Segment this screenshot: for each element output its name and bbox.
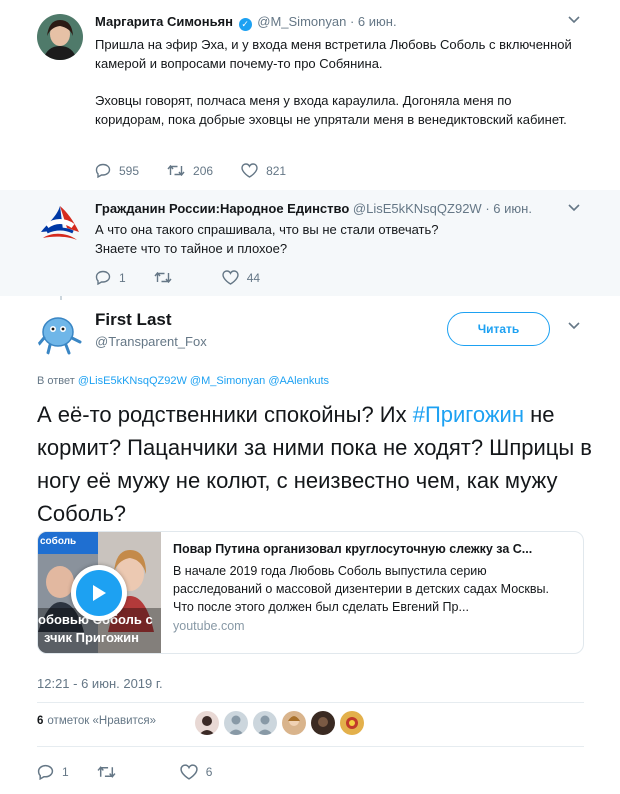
video-thumbnail[interactable]: соболь обовью Соболь с зчик Пригожин bbox=[38, 532, 161, 653]
card-title[interactable]: Повар Путина организовал круглосуточную … bbox=[173, 542, 573, 556]
like-button[interactable]: 6 bbox=[180, 764, 213, 780]
reply-count: 1 bbox=[62, 765, 69, 779]
separator-dot: · bbox=[485, 201, 490, 216]
retweet-button[interactable]: 206 bbox=[167, 164, 213, 178]
tweet-simonyan[interactable]: Маргарита Симоньян ✓ @M_Simonyan · 6 июн… bbox=[0, 0, 620, 190]
reply-button[interactable]: 1 bbox=[95, 270, 126, 285]
liker-avatar[interactable] bbox=[253, 711, 277, 735]
reply-count: 595 bbox=[119, 163, 140, 178]
like-count: 821 bbox=[266, 163, 287, 178]
author-handle[interactable]: @M_Simonyan bbox=[257, 14, 346, 29]
likes-count: 6 bbox=[37, 715, 44, 727]
hashtag-link[interactable]: #Пригожин bbox=[413, 402, 524, 427]
tweet-text: А что она такого спрашивала, что вы не с… bbox=[95, 222, 439, 256]
liker-avatar[interactable] bbox=[224, 711, 248, 735]
like-icon bbox=[180, 764, 198, 780]
author-handle[interactable]: @LisE5kKNsqQZ92W bbox=[353, 201, 482, 216]
tweet-date[interactable]: 6 июн. bbox=[493, 201, 532, 216]
like-icon bbox=[221, 270, 239, 285]
like-icon bbox=[241, 163, 258, 178]
author-handle[interactable]: @Transparent_Fox bbox=[95, 334, 207, 349]
retweet-icon bbox=[167, 164, 185, 177]
separator-dot: · bbox=[349, 14, 355, 29]
retweet-icon bbox=[97, 766, 116, 778]
card-description: В начале 2019 года Любовь Соболь выпусти… bbox=[173, 564, 549, 614]
liker-avatar[interactable] bbox=[340, 711, 364, 735]
thumbnail-caption: зчик Пригожин bbox=[44, 630, 139, 645]
retweet-button[interactable] bbox=[154, 271, 180, 284]
likers-list bbox=[195, 711, 369, 735]
reply-context: В ответ @LisE5kKNsqQZ92W @M_Simonyan @AA… bbox=[37, 375, 329, 387]
reply-icon bbox=[95, 270, 111, 285]
tweet-text-part: А её-то родственники спокойны? Их bbox=[37, 402, 413, 427]
retweet-count: 206 bbox=[193, 163, 214, 178]
reply-button[interactable]: 595 bbox=[95, 163, 139, 178]
tweet-date[interactable]: 6 июн. bbox=[358, 14, 397, 29]
likes-summary[interactable]: 6 отметок «Нравится» bbox=[37, 715, 156, 727]
avatar[interactable] bbox=[36, 308, 86, 358]
play-icon[interactable] bbox=[71, 565, 127, 621]
like-button[interactable]: 44 bbox=[221, 270, 261, 285]
retweet-icon bbox=[154, 271, 172, 284]
like-count: 6 bbox=[205, 765, 213, 779]
likes-label: отметок «Нравится» bbox=[47, 715, 157, 727]
liker-avatar[interactable] bbox=[282, 711, 306, 735]
divider bbox=[37, 746, 584, 747]
retweet-button[interactable] bbox=[97, 765, 124, 779]
tweet-text: Пришла на эфир Эха, и у входа меня встре… bbox=[95, 35, 580, 129]
liker-avatar[interactable] bbox=[311, 711, 335, 735]
tweet-paragraph: Эховцы говорят, полчаса меня у входа кар… bbox=[95, 93, 567, 127]
chevron-down-icon[interactable] bbox=[568, 322, 580, 330]
like-button[interactable]: 821 bbox=[241, 163, 286, 178]
link-card[interactable]: соболь обовью Соболь с зчик Пригожин Пов… bbox=[37, 531, 584, 654]
card-domain: youtube.com bbox=[173, 619, 245, 633]
reply-handles[interactable]: @LisE5kKNsqQZ92W @M_Simonyan @AAlenkuts bbox=[78, 375, 329, 387]
follow-button[interactable]: Читать bbox=[447, 312, 550, 346]
reply-count: 1 bbox=[119, 270, 126, 285]
tweet-paragraph: Пришла на эфир Эха, и у входа меня встре… bbox=[95, 37, 572, 71]
reply-prefix: В ответ bbox=[37, 375, 75, 387]
author-name[interactable]: First Last bbox=[95, 310, 172, 330]
avatar[interactable] bbox=[37, 14, 83, 60]
liker-avatar[interactable] bbox=[195, 711, 219, 735]
like-count: 44 bbox=[246, 270, 261, 285]
tweet-timestamp[interactable]: 12:21 - 6 июн. 2019 г. bbox=[37, 676, 163, 691]
reply-button[interactable]: 1 bbox=[37, 764, 69, 780]
author-name[interactable]: Гражданин России:Народное Единство bbox=[95, 201, 349, 216]
verified-icon: ✓ bbox=[238, 18, 252, 31]
tweet-text: А её-то родственники спокойны? Их #Приго… bbox=[37, 398, 597, 530]
divider bbox=[37, 702, 584, 703]
avatar[interactable] bbox=[37, 202, 83, 248]
reply-icon bbox=[37, 764, 54, 780]
thumbnail-tag: соболь bbox=[40, 536, 77, 547]
author-name[interactable]: Маргарита Симоньян bbox=[95, 14, 233, 29]
reply-icon bbox=[95, 163, 111, 178]
tweet-reply[interactable]: Гражданин России:Народное Единство @LisE… bbox=[0, 190, 620, 296]
chevron-down-icon[interactable] bbox=[568, 204, 580, 212]
chevron-down-icon[interactable] bbox=[568, 16, 580, 24]
